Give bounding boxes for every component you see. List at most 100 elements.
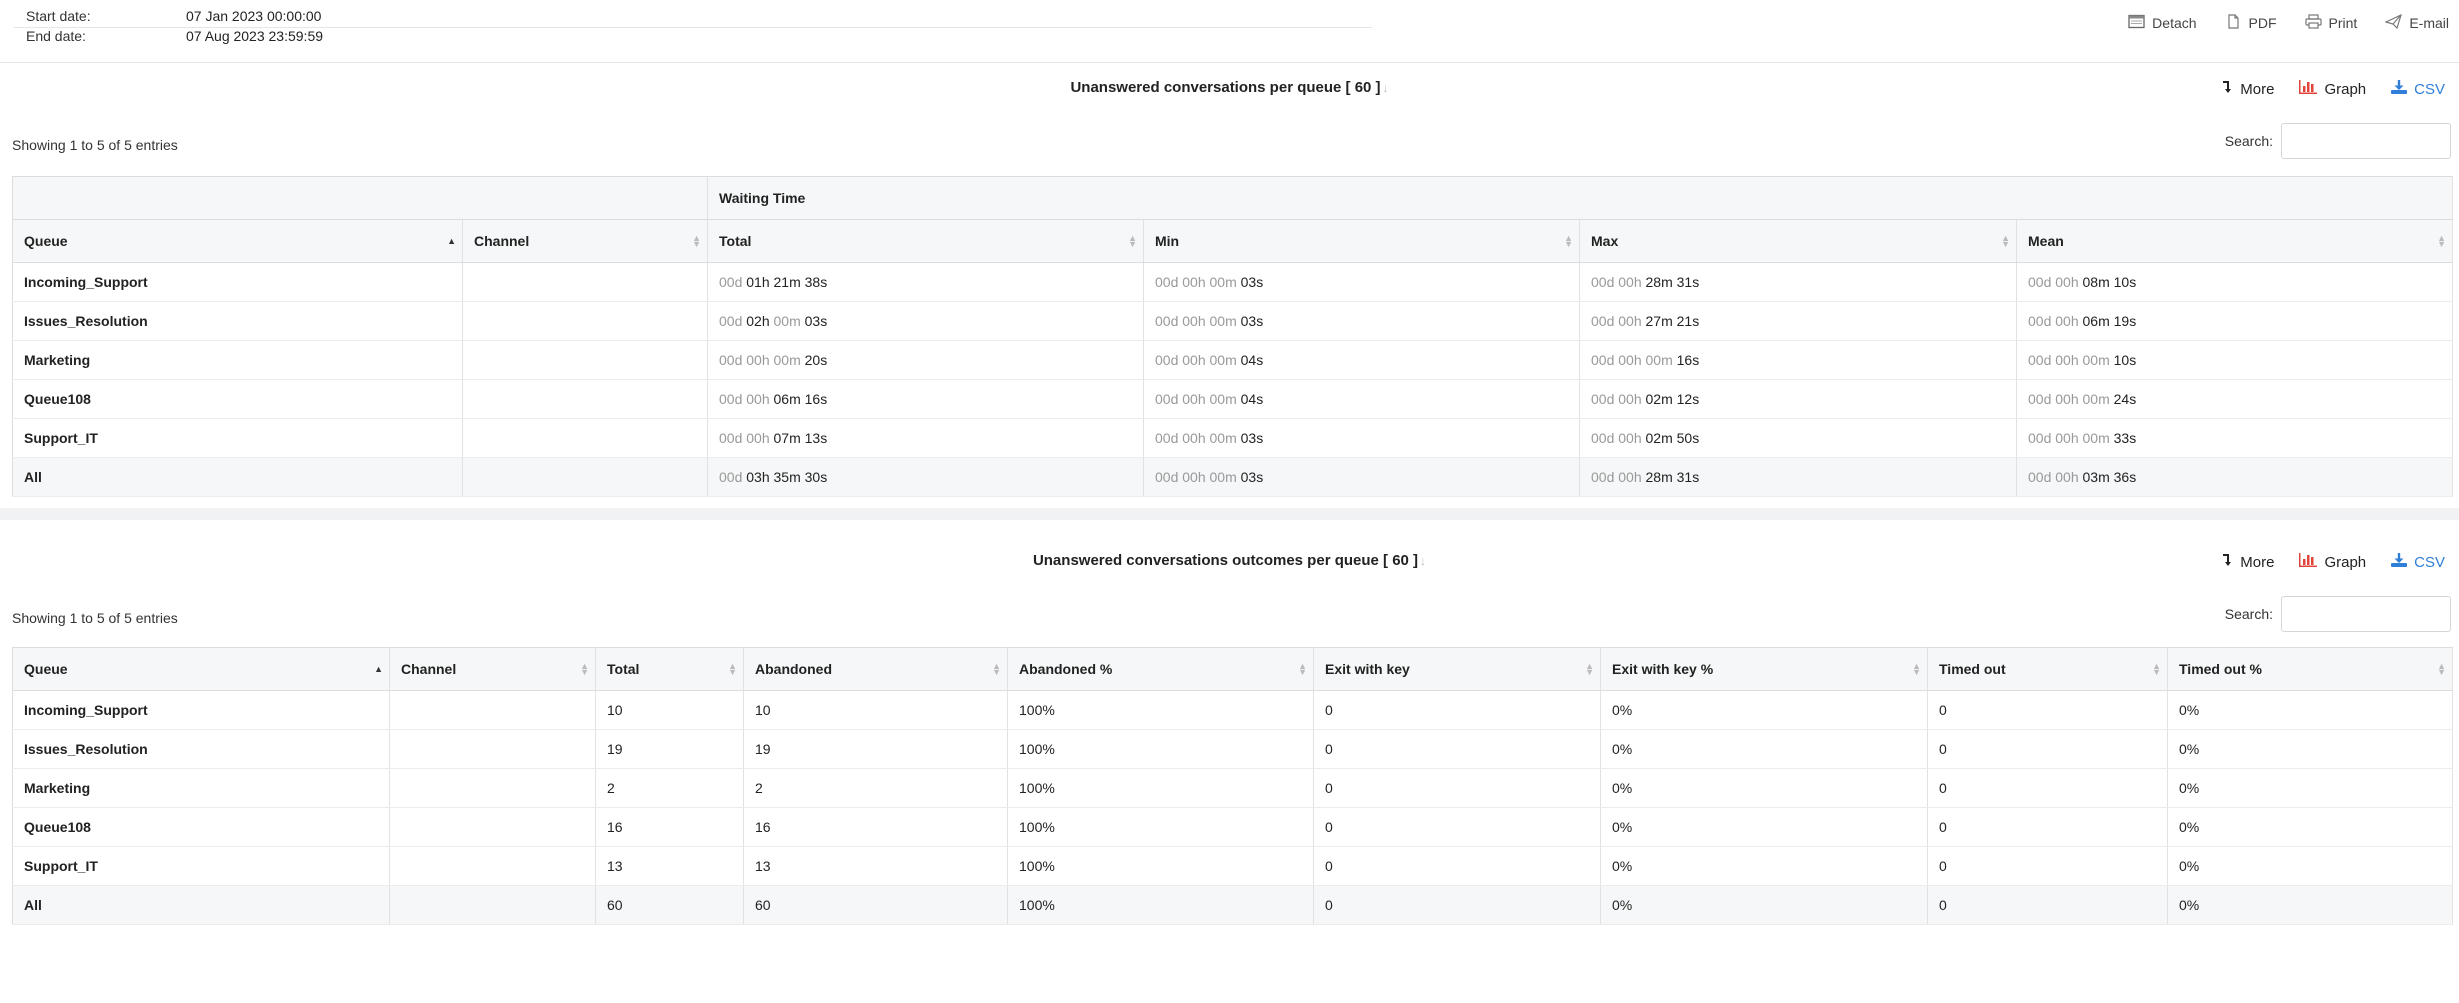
abandoned-pct-cell: 100% (1007, 690, 1314, 730)
exit-with-key-cell: 0 (1313, 807, 1601, 847)
detach-button[interactable]: Detach (2128, 14, 2197, 32)
queue-cell: Incoming_Support (12, 262, 463, 302)
queue-cell: Support_IT (12, 846, 390, 886)
total-cell: 00d 00h 07m 13s (707, 418, 1144, 458)
csv-label: CSV (2414, 80, 2445, 98)
section-waiting-time: Unanswered conversations per queue [ 60 … (0, 63, 2459, 508)
sort-icon: ▲ ▼ (2437, 661, 2446, 677)
time-zero-part: 00d 00h 00m (2028, 391, 2114, 407)
timed-out-cell: 0 (1927, 807, 2168, 847)
column-header-abandoned[interactable]: Abandoned ▲ ▼ (743, 647, 1008, 691)
sort-icon: ▲ ▼ (1585, 661, 1594, 677)
timed-out-pct-cell: 0% (2167, 885, 2453, 925)
column-header-queue[interactable]: Queue ▲ (12, 219, 463, 263)
column-header-total[interactable]: Total ▲ ▼ (595, 647, 744, 691)
more-button[interactable]: More (2222, 79, 2274, 99)
column-header-label: Abandoned (755, 661, 832, 677)
print-button[interactable]: Print (2304, 14, 2357, 32)
arrow-down-icon: ↓ (1382, 81, 1389, 95)
printer-icon (2304, 14, 2322, 32)
table-row: Queue108 00d 00h 06m 16s 00d 00h 00m 04s 00… (12, 379, 2454, 419)
abandoned-pct-cell: 100% (1007, 807, 1314, 847)
total-cell: 00d 00h 00m 20s (707, 340, 1144, 380)
column-header-max[interactable]: Max ▲ ▼ (1579, 219, 2017, 263)
time-value: 03h 35m 30s (746, 469, 828, 485)
column-header-label: Queue (24, 661, 68, 677)
max-cell: 00d 00h 28m 31s (1579, 457, 2017, 497)
timed-out-pct-cell: 0% (2167, 846, 2453, 886)
queue-cell: Support_IT (12, 418, 463, 458)
time-value: 02h (746, 313, 770, 329)
column-header-label: Queue (24, 233, 68, 249)
queue-cell: Queue108 (12, 379, 463, 419)
column-header-label: Mean (2028, 233, 2064, 249)
time-zero-part: 00d 00h (1591, 274, 1646, 290)
more-button[interactable]: More (2222, 552, 2274, 572)
search-input[interactable] (2281, 123, 2451, 159)
time-value: 28m 31s (1645, 469, 1700, 485)
abandoned-cell: 16 (743, 807, 1008, 847)
email-button[interactable]: E-mail (2384, 13, 2449, 32)
column-header-queue[interactable]: Queue ▲ (12, 647, 390, 691)
total-cell: 00d 00h 06m 16s (707, 379, 1144, 419)
column-header-timed-out[interactable]: Timed out ▲ ▼ (1927, 647, 2168, 691)
table-body: Incoming_Support 10 10 100% 0 0% 0 0% Issues_Res… (12, 690, 2453, 925)
time-value: 03s (1240, 430, 1264, 446)
table-row: Issues_Resolution 19 19 100% 0 0% 0 0% (12, 729, 2453, 769)
time-value: 02m 12s (1645, 391, 1700, 407)
exit-with-key-pct-cell: 0% (1600, 885, 1928, 925)
time-zero-part: 00d 00h (1591, 469, 1646, 485)
total-cell: 60 (595, 885, 744, 925)
time-zero-part: 00d 00h (1591, 430, 1646, 446)
column-header-mean[interactable]: Mean ▲ ▼ (2016, 219, 2454, 263)
download-icon (2390, 552, 2408, 572)
max-cell: 00d 00h 28m 31s (1579, 262, 2017, 302)
graph-label: Graph (2324, 80, 2367, 98)
column-header-abandoned-pct[interactable]: Abandoned % ▲ ▼ (1007, 647, 1314, 691)
section1-title[interactable]: Unanswered conversations per queue [ 60 … (0, 79, 2459, 96)
min-cell: 00d 00h 00m 03s (1143, 262, 1580, 302)
exit-with-key-cell: 0 (1313, 729, 1601, 769)
total-cell: 13 (595, 846, 744, 886)
total-cell: 19 (595, 729, 744, 769)
column-header-min[interactable]: Min ▲ ▼ (1143, 219, 1580, 263)
timed-out-cell: 0 (1927, 846, 2168, 886)
column-header-channel[interactable]: Channel ▲ ▼ (389, 647, 596, 691)
section2-title[interactable]: Unanswered conversations outcomes per qu… (0, 552, 2459, 569)
column-header-label: Timed out (1939, 661, 2006, 677)
search-input[interactable] (2281, 596, 2451, 632)
arrow-down-icon: ↓ (1420, 554, 1427, 568)
graph-button[interactable]: Graph (2298, 552, 2366, 572)
more-label: More (2240, 553, 2275, 571)
max-cell: 00d 00h 00m 16s (1579, 340, 2017, 380)
time-value: 27m 21s (1645, 313, 1700, 329)
column-header-label: Exit with key (1325, 661, 1410, 677)
column-header-label: Channel (474, 233, 530, 249)
time-value: 16s (1676, 352, 1700, 368)
graph-button[interactable]: Graph (2298, 79, 2366, 99)
column-header-channel[interactable]: Channel ▲ ▼ (462, 219, 708, 263)
total-cell: 10 (595, 690, 744, 730)
time-value: 02m 50s (1645, 430, 1700, 446)
timed-out-cell: 0 (1927, 729, 2168, 769)
time-zero-part: 00d 00h 00m (1155, 391, 1241, 407)
queue-cell: All (12, 457, 463, 497)
column-header-total[interactable]: Total ▲ ▼ (707, 219, 1144, 263)
abandoned-cell: 2 (743, 768, 1008, 808)
paper-plane-icon (2384, 13, 2403, 32)
exit-with-key-cell: 0 (1313, 690, 1601, 730)
abandoned-cell: 19 (743, 729, 1008, 769)
csv-button[interactable]: CSV (2390, 552, 2445, 572)
sort-icon: ▲ ▼ (1912, 661, 1921, 677)
abandoned-pct-cell: 100% (1007, 768, 1314, 808)
csv-label: CSV (2414, 553, 2445, 571)
column-header-timed-out-pct[interactable]: Timed out % ▲ ▼ (2167, 647, 2453, 691)
pdf-button[interactable]: PDF (2225, 14, 2277, 32)
time-value: 03s (804, 313, 828, 329)
channel-cell (389, 768, 596, 808)
abandoned-pct-cell: 100% (1007, 729, 1314, 769)
csv-button[interactable]: CSV (2390, 79, 2445, 99)
column-header-exit-with-key[interactable]: Exit with key ▲ ▼ (1313, 647, 1601, 691)
section2-actions: More Graph CSV (2222, 552, 2445, 572)
column-header-exit-with-key-pct[interactable]: Exit with key % ▲ ▼ (1600, 647, 1928, 691)
